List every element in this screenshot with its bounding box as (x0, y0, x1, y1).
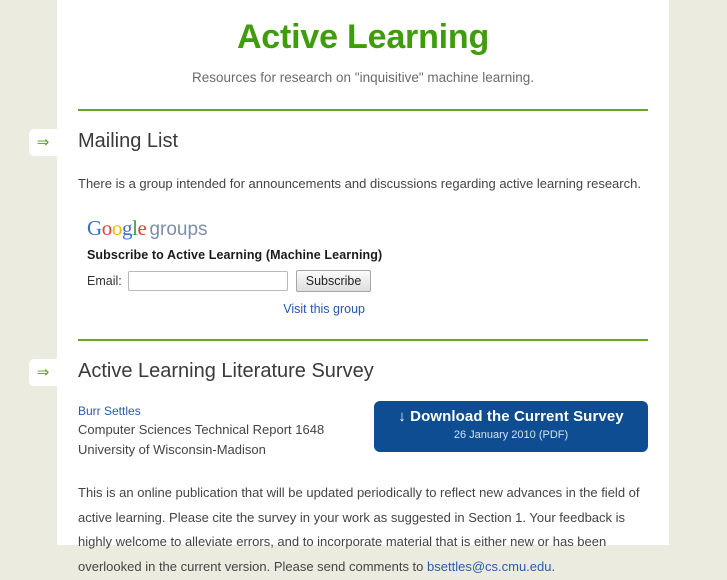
contact-email-link[interactable]: bsettles@cs.cmu.edu (427, 559, 551, 574)
subscribe-button[interactable]: Subscribe (295, 269, 372, 292)
content-column: Active Learning Resources for research o… (29, 0, 669, 574)
google-groups-logo: Google groups (87, 215, 648, 240)
page-subtitle: Resources for research on "inquisitive" … (191, 70, 534, 86)
survey-description: This is an online publication that will … (78, 481, 648, 580)
subscribe-title: Subscribe to Active Learning (Machine Le… (87, 247, 383, 262)
mailing-list-section: ⇒ Mailing List There is a group intended… (29, 111, 669, 318)
section-anchor-tab-mailing-list[interactable]: ⇒ (29, 128, 57, 156)
survey-description-text-2: . (551, 559, 556, 575)
download-survey-button[interactable]: ↓ Download the Current Survey 26 January… (374, 400, 648, 452)
google-logo-groups-word: groups (149, 218, 208, 240)
google-logo-letter-g1: G (87, 215, 102, 240)
google-logo-letter-e1: e (137, 215, 147, 240)
section-anchor-tab-survey[interactable]: ⇒ (29, 358, 57, 386)
mailing-list-intro: There is a group intended for announceme… (78, 175, 641, 191)
download-survey-label: ↓ Download the Current Survey (398, 407, 624, 425)
survey-body: Burr Settles Computer Sciences Technical… (78, 400, 648, 459)
arrow-right-icon: ⇒ (36, 132, 50, 151)
survey-heading: Active Learning Literature Survey (78, 359, 374, 382)
survey-description-text-1: This is an online publication that will … (78, 485, 640, 575)
subscribe-form: Email: Subscribe (87, 269, 648, 292)
download-survey-date: 26 January 2010 (PDF) (453, 429, 569, 442)
mailing-list-heading: Mailing List (78, 129, 179, 152)
survey-citation: Burr Settles Computer Sciences Technical… (78, 403, 378, 459)
google-logo-letter-o1: o (101, 215, 113, 240)
email-input[interactable] (127, 270, 288, 291)
google-logo-letter-g2: g (121, 215, 133, 240)
google-groups-widget: Google groups Subscribe to Active Learnin… (78, 215, 648, 318)
author-link[interactable]: Burr Settles (78, 403, 378, 420)
visit-this-group-link[interactable]: Visit this group (283, 302, 365, 316)
email-label: Email: (87, 273, 122, 288)
page-title: Active Learning (236, 18, 490, 56)
survey-section: ⇒ Active Learning Literature Survey Burr… (29, 341, 669, 580)
visit-group-row: Visit this group (87, 300, 365, 318)
citation-institution: University of Wisconsin-Madison (78, 441, 266, 457)
citation-report-number: Computer Sciences Technical Report 1648 (78, 422, 325, 438)
site-header: Active Learning Resources for research o… (57, 0, 669, 87)
google-logo-letter-o2: o (111, 215, 123, 240)
arrow-right-icon: ⇒ (36, 362, 50, 381)
